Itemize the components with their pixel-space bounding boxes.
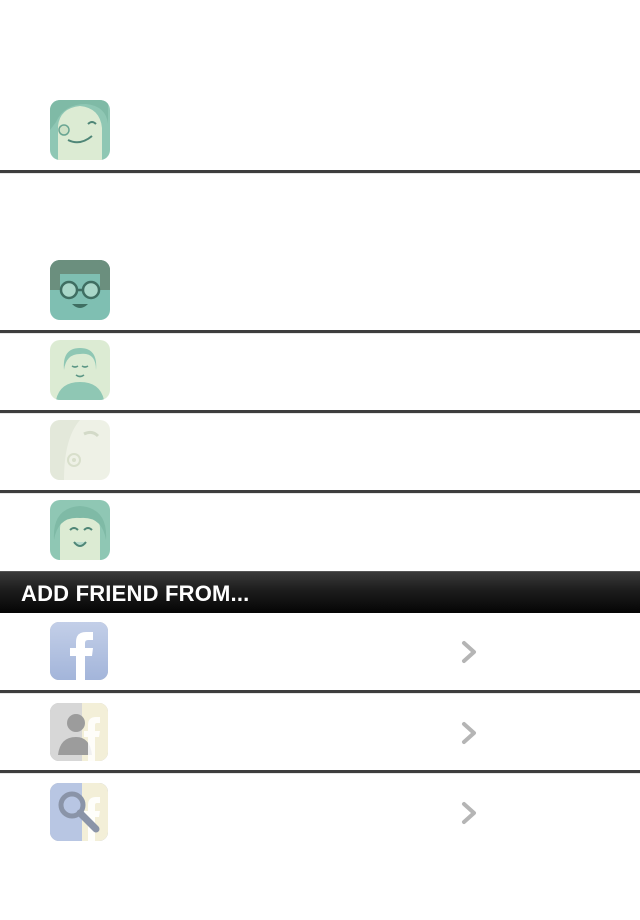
add-from-facebook-contacts-row[interactable] [0, 694, 640, 771]
facebook-icon [50, 622, 108, 680]
add-from-facebook-row[interactable] [0, 613, 640, 690]
smiling-woman-avatar-icon [50, 500, 110, 560]
facebook-contacts-icon [50, 703, 108, 761]
add-from-facebook-search-row[interactable] [0, 774, 640, 851]
facebook-search-icon [50, 783, 108, 841]
glasses-man-avatar-icon [50, 260, 110, 320]
faded-man-avatar-icon [50, 420, 110, 480]
chevron-right-icon [458, 801, 482, 825]
smiling-man-avatar-icon [50, 100, 110, 160]
friend-row[interactable] [0, 0, 640, 171]
friend-row[interactable] [0, 334, 640, 411]
short-hair-woman-avatar-icon [50, 340, 110, 400]
add-friend-section-header: ADD FRIEND FROM... [0, 571, 640, 613]
chevron-right-icon [458, 721, 482, 745]
friend-row[interactable] [0, 414, 640, 491]
friend-row[interactable] [0, 494, 640, 571]
section-header-label: ADD FRIEND FROM... [21, 581, 250, 606]
friend-row[interactable] [0, 174, 640, 331]
chevron-right-icon [458, 640, 482, 664]
